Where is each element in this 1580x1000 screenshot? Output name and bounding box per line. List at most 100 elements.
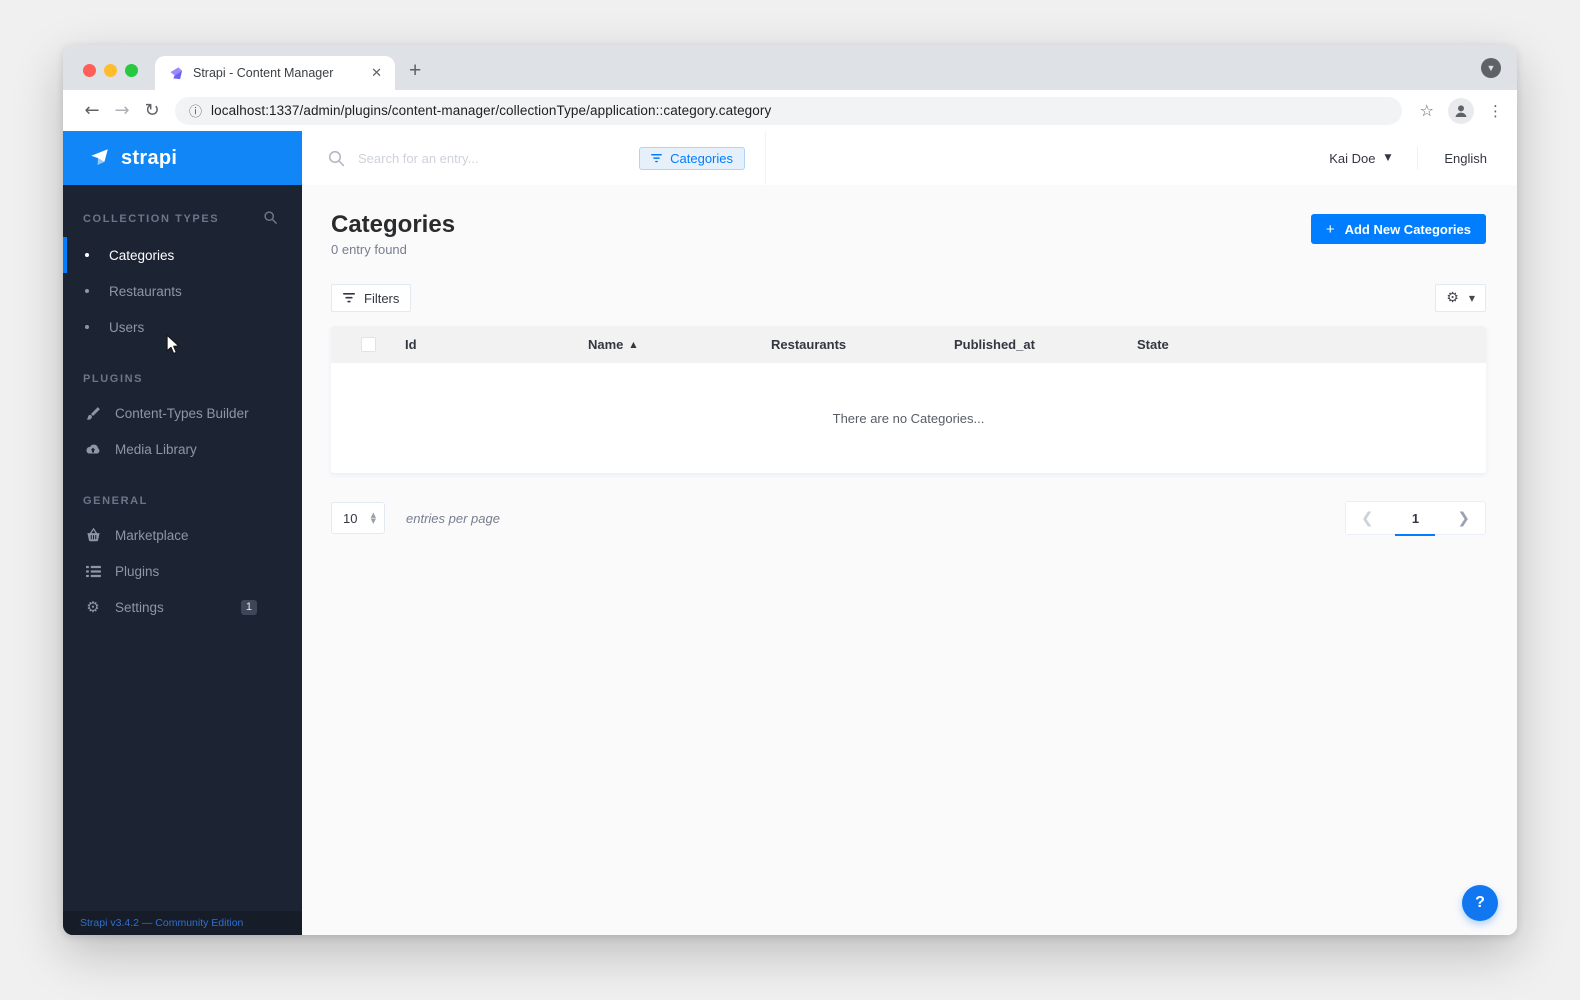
sidebar-item-settings[interactable]: ⚙ Settings 1	[63, 589, 302, 625]
column-header-name[interactable]: Name ▲	[588, 337, 771, 352]
browser-tab-strip: Strapi - Content Manager ✕ + ▼	[63, 45, 1517, 90]
section-plugins: PLUGINS Content-Types Builder Media Libr…	[63, 373, 302, 467]
strapi-logo-text: strapi	[121, 146, 178, 169]
site-info-icon[interactable]: ⓘ	[189, 101, 202, 120]
tab-title: Strapi - Content Manager	[193, 66, 334, 80]
browser-navbar: ← → ↻ ⓘ localhost:1337/admin/plugins/con…	[63, 90, 1517, 131]
sidebar: strapi COLLECTION TYPES Categories Resta…	[63, 131, 302, 935]
filters-label: Filters	[364, 290, 400, 306]
gear-icon: ⚙	[86, 597, 100, 616]
bookmark-star-icon[interactable]: ☆	[1420, 101, 1434, 120]
sidebar-item-label: Categories	[109, 247, 175, 263]
close-window-button[interactable]	[83, 64, 96, 77]
chevron-down-icon: ▼	[1468, 293, 1475, 303]
section-label: GENERAL	[83, 495, 148, 507]
pagination: ❮ 1 ❯	[1345, 501, 1486, 535]
entries-table: Id Name ▲ Restaurants Published_at State…	[331, 326, 1486, 473]
new-tab-button[interactable]: +	[409, 58, 421, 84]
strapi-logo[interactable]: strapi	[63, 131, 302, 185]
toolbar-row: Filters ⚙ ▼	[331, 284, 1486, 312]
strapi-logo-icon	[91, 149, 108, 165]
select-all-checkbox[interactable]	[361, 337, 376, 352]
back-icon[interactable]: ←	[77, 100, 107, 121]
search-bar[interactable]: Categories	[302, 131, 766, 185]
sidebar-item-label: Users	[109, 319, 145, 335]
sidebar-item-categories[interactable]: Categories	[63, 237, 302, 273]
title-row: Categories 0 entry found + Add New Categ…	[331, 212, 1486, 257]
browser-profile-avatar[interactable]	[1448, 97, 1474, 124]
add-new-categories-button[interactable]: + Add New Categories	[1310, 214, 1486, 244]
strapi-admin: strapi COLLECTION TYPES Categories Resta…	[63, 131, 1517, 935]
bullet-icon	[85, 289, 89, 293]
sidebar-item-restaurants[interactable]: Restaurants	[63, 273, 302, 309]
chevron-down-icon[interactable]: ▼	[1481, 58, 1501, 78]
sidebar-item-users[interactable]: Users	[63, 309, 302, 345]
table-footer-row: 10 ▲ ▼ entries per page ❮ 1 ❯	[331, 501, 1486, 535]
refresh-icon[interactable]: ↻	[137, 100, 167, 121]
browser-menu-icon[interactable]: ⋮	[1488, 102, 1503, 120]
sidebar-item-media-library[interactable]: Media Library	[63, 431, 302, 467]
previous-page-icon[interactable]: ❮	[1361, 510, 1374, 526]
search-icon[interactable]	[264, 211, 277, 227]
user-menu[interactable]: Kai Doe ▼	[1329, 151, 1391, 166]
stepper-icon: ▲ ▼	[370, 511, 376, 525]
chevron-down-icon: ▼	[1384, 153, 1392, 163]
filters-button[interactable]: Filters	[331, 284, 412, 312]
traffic-lights	[83, 64, 138, 77]
maximize-window-button[interactable]	[125, 64, 138, 77]
sort-asc-icon: ▲	[630, 340, 637, 349]
strapi-version-link[interactable]: Strapi v3.4.2 — Community Edition	[63, 911, 302, 935]
empty-state-message: There are no Categories...	[832, 410, 985, 426]
user-name: Kai Doe	[1329, 150, 1376, 166]
page-number[interactable]: 1	[1412, 511, 1419, 526]
sidebar-item-label: Media Library	[115, 441, 197, 457]
settings-badge: 1	[240, 599, 257, 615]
page-title: Categories	[331, 211, 456, 238]
language-selector[interactable]: English	[1444, 151, 1487, 166]
help-button[interactable]: ?	[1462, 885, 1498, 921]
forward-icon[interactable]: →	[107, 100, 137, 121]
section-label: COLLECTION TYPES	[83, 213, 220, 225]
collection-filter-chip[interactable]: Categories	[639, 146, 745, 170]
top-header: Categories Kai Doe ▼ English	[302, 131, 1517, 185]
browser-tab[interactable]: Strapi - Content Manager ✕	[155, 56, 395, 90]
minimize-window-button[interactable]	[104, 64, 117, 77]
column-header-published-at[interactable]: Published_at	[954, 337, 1137, 352]
sidebar-item-marketplace[interactable]: Marketplace	[63, 517, 302, 553]
cloud-upload-icon	[85, 443, 101, 456]
main-area: Categories Kai Doe ▼ English Categories	[302, 131, 1517, 935]
sidebar-item-label: Plugins	[115, 563, 160, 579]
sidebar-item-plugins[interactable]: Plugins	[63, 553, 302, 589]
content: Categories 0 entry found + Add New Categ…	[302, 185, 1517, 935]
entries-per-page-value: 10	[343, 510, 358, 526]
address-bar[interactable]: ⓘ localhost:1337/admin/plugins/content-m…	[175, 96, 1402, 125]
header-right: Kai Doe ▼ English	[1329, 131, 1517, 185]
filter-icon	[651, 153, 663, 162]
url-text: localhost:1337/admin/plugins/content-man…	[211, 103, 772, 118]
sidebar-item-content-types-builder[interactable]: Content-Types Builder	[63, 395, 302, 431]
paintbrush-icon	[85, 406, 101, 421]
filter-icon	[343, 293, 355, 303]
chip-label: Categories	[670, 150, 733, 166]
column-header-id[interactable]: Id	[405, 337, 588, 352]
column-header-state[interactable]: State	[1137, 337, 1486, 352]
bullet-icon	[85, 325, 89, 329]
plus-icon: +	[1325, 220, 1335, 238]
search-input[interactable]	[358, 150, 627, 166]
bullet-icon	[85, 253, 89, 257]
section-label: PLUGINS	[83, 373, 144, 385]
next-page-icon[interactable]: ❯	[1457, 510, 1470, 526]
entries-per-page-select[interactable]: 10 ▲ ▼	[331, 502, 385, 534]
tab-close-icon[interactable]: ✕	[368, 65, 385, 81]
basket-icon	[85, 528, 101, 542]
strapi-favicon	[170, 66, 183, 79]
list-icon	[85, 565, 101, 578]
divider	[1417, 147, 1419, 169]
section-general: GENERAL Marketplace Plugins ⚙ Settings 1	[63, 495, 302, 625]
table-settings-button[interactable]: ⚙ ▼	[1435, 284, 1486, 312]
magnifier-icon	[328, 150, 345, 166]
add-button-label: Add New Categories	[1344, 221, 1471, 237]
gear-icon: ⚙	[1446, 290, 1459, 306]
column-header-restaurants[interactable]: Restaurants	[771, 337, 954, 352]
sidebar-item-label: Content-Types Builder	[115, 405, 249, 421]
